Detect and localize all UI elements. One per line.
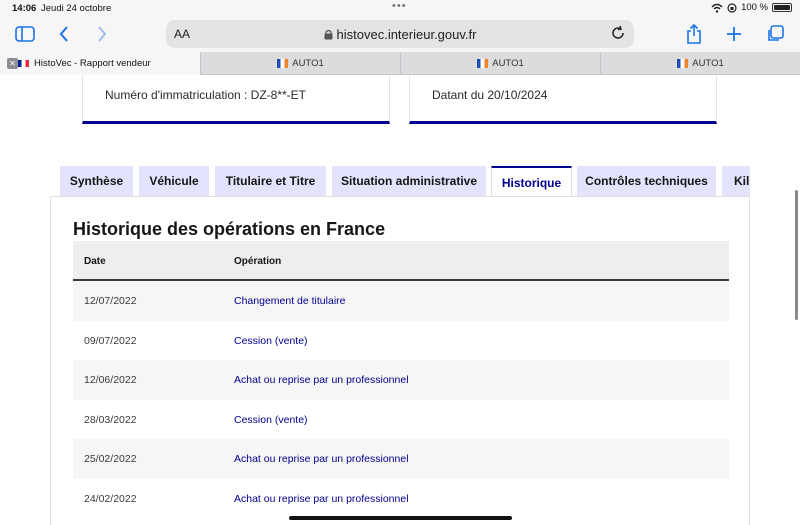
history-panel: Historique des opérations en France Date… bbox=[50, 196, 750, 525]
history-title: Historique des opérations en France bbox=[73, 219, 386, 239]
column-header-date: Date bbox=[84, 256, 106, 267]
row-date: 12/06/2022 bbox=[84, 374, 137, 387]
table-row: 12/07/2022 Changement de titulaire bbox=[73, 281, 729, 321]
registration-card: Numéro d'immatriculation : DZ-8**-ET bbox=[82, 76, 390, 124]
french-flag-icon bbox=[18, 60, 29, 67]
column-header-operation: Opération bbox=[234, 256, 282, 267]
row-date: 25/02/2022 bbox=[84, 453, 137, 466]
browser-toolbar: AA histovec.interieur.gouv.fr bbox=[0, 16, 800, 52]
sidebar-icon[interactable] bbox=[14, 22, 36, 46]
home-indicator[interactable] bbox=[289, 516, 512, 520]
row-operation: Achat ou reprise par un professionnel bbox=[234, 492, 409, 505]
reload-icon[interactable] bbox=[610, 25, 626, 46]
close-tab-icon[interactable]: ✕ bbox=[7, 58, 18, 69]
row-date: 24/02/2022 bbox=[84, 492, 137, 505]
browser-tab-auto1[interactable]: AUTO1 bbox=[400, 52, 600, 75]
auto1-favicon bbox=[277, 59, 289, 68]
status-date: Jeudi 24 octobre bbox=[41, 3, 112, 14]
row-operation: Cession (vente) bbox=[234, 334, 308, 347]
tab-titulaire-titre[interactable]: Titulaire et Titre bbox=[215, 166, 326, 196]
address-bar[interactable]: AA histovec.interieur.gouv.fr bbox=[166, 20, 634, 48]
battery-icon bbox=[772, 3, 792, 12]
table-row: 09/07/2022 Cession (vente) bbox=[73, 320, 729, 361]
tab-kilometrage[interactable]: Kilo bbox=[722, 166, 750, 196]
url-text: histovec.interieur.gouv.fr bbox=[336, 27, 477, 42]
registration-number: Numéro d'immatriculation : DZ-8**-ET bbox=[105, 88, 307, 102]
browser-tab-label: HistoVec - Rapport vendeur bbox=[34, 58, 151, 69]
browser-tab-label: AUTO1 bbox=[492, 58, 524, 69]
browser-tab-label: AUTO1 bbox=[292, 58, 324, 69]
multitasking-dots[interactable]: ••• bbox=[392, 0, 407, 12]
row-date: 12/07/2022 bbox=[84, 295, 137, 307]
table-row: 12/06/2022 Achat ou reprise par un profe… bbox=[73, 360, 729, 400]
new-tab-icon[interactable] bbox=[724, 22, 744, 46]
browser-tab-label: AUTO1 bbox=[692, 58, 724, 69]
battery-percent: 100 % bbox=[741, 2, 768, 13]
browser-tab-auto1[interactable]: AUTO1 bbox=[200, 52, 400, 75]
share-icon[interactable] bbox=[684, 22, 704, 46]
tab-synthese[interactable]: Synthèse bbox=[60, 166, 133, 196]
row-operation: Achat ou reprise par un professionnel bbox=[234, 453, 409, 466]
browser-tab-strip: ✕ HistoVec - Rapport vendeur AUTO1 AUTO1… bbox=[0, 52, 800, 75]
report-date-card: Datant du 20/10/2024 bbox=[409, 76, 717, 124]
row-operation: Achat ou reprise par un professionnel bbox=[234, 374, 409, 387]
orientation-lock-icon bbox=[727, 2, 737, 13]
row-date: 09/07/2022 bbox=[84, 334, 137, 347]
status-bar: 14:06 Jeudi 24 octobre ••• 100 % bbox=[0, 0, 800, 16]
row-date: 28/03/2022 bbox=[84, 413, 137, 426]
status-time: 14:06 bbox=[12, 3, 37, 14]
table-row: 28/03/2022 Cession (vente) bbox=[73, 399, 729, 440]
page-content: Numéro d'immatriculation : DZ-8**-ET Dat… bbox=[0, 76, 800, 525]
page-scrollbar[interactable] bbox=[795, 190, 798, 320]
browser-tab-auto1[interactable]: AUTO1 bbox=[600, 52, 800, 75]
report-tabs: Synthèse Véhicule Titulaire et Titre Sit… bbox=[60, 166, 750, 196]
wifi-icon bbox=[711, 3, 723, 13]
table-header: Date Opération bbox=[73, 241, 729, 281]
table-body: 12/07/2022 Changement de titulaire 09/07… bbox=[73, 281, 729, 519]
auto1-favicon bbox=[677, 59, 689, 68]
browser-tab-histovec[interactable]: ✕ HistoVec - Rapport vendeur bbox=[0, 52, 200, 75]
tab-situation-administrative[interactable]: Situation administrative bbox=[332, 166, 486, 196]
tab-vehicule[interactable]: Véhicule bbox=[139, 166, 209, 196]
lock-icon bbox=[324, 29, 333, 40]
auto1-favicon bbox=[477, 59, 489, 68]
tab-controles-techniques[interactable]: Contrôles techniques bbox=[577, 166, 716, 196]
status-right: 100 % bbox=[711, 2, 792, 13]
tabs-overview-icon[interactable] bbox=[764, 22, 786, 46]
table-row: 25/02/2022 Achat ou reprise par un profe… bbox=[73, 439, 729, 479]
report-date: Datant du 20/10/2024 bbox=[432, 88, 548, 102]
forward-icon[interactable] bbox=[94, 22, 110, 46]
row-operation: Cession (vente) bbox=[234, 413, 308, 426]
row-operation: Changement de titulaire bbox=[234, 295, 346, 307]
back-icon[interactable] bbox=[56, 22, 72, 46]
tab-historique[interactable]: Historique bbox=[491, 166, 572, 196]
history-table: Date Opération 12/07/2022 Changement de … bbox=[73, 241, 729, 519]
table-row: 24/02/2022 Achat ou reprise par un profe… bbox=[73, 478, 729, 519]
